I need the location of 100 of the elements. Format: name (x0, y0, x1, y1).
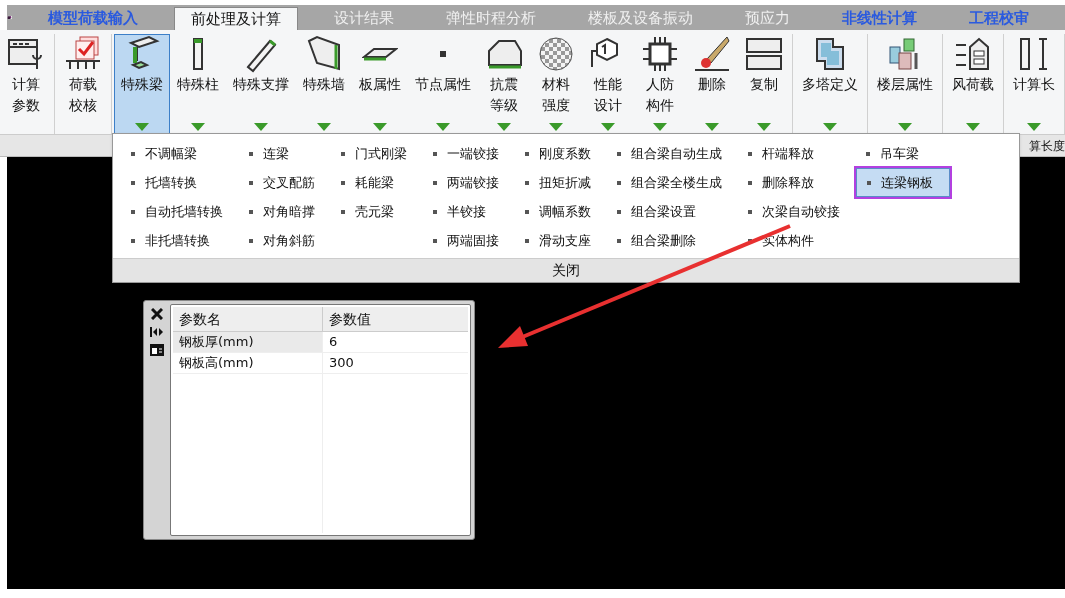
dropdown-arrow-icon (601, 123, 615, 131)
column-header[interactable]: 参数名 (173, 307, 323, 331)
menu-item[interactable]: 不调幅梁 (121, 139, 239, 168)
ribbon-button[interactable]: 计算长 (1006, 34, 1062, 134)
table-cell[interactable]: 钢板厚(mm) (173, 332, 323, 352)
dropdown-arrow-icon (653, 123, 667, 131)
menu-item[interactable]: 门式刚梁 (331, 139, 423, 168)
table-cell[interactable]: 300 (323, 353, 468, 373)
ribbon-button[interactable]: 楼层属性 (870, 34, 940, 134)
bullet-icon (249, 151, 253, 156)
menu-item[interactable]: 半铰接 (423, 197, 515, 226)
menu-item[interactable]: 杆端释放 (738, 139, 856, 168)
bullet-icon (525, 209, 529, 214)
menu-item[interactable]: 连梁钢板 (856, 168, 950, 197)
menu-item[interactable]: 次梁自动铰接 (738, 197, 856, 226)
dropdown-arrow-icon (191, 123, 205, 131)
ribbon-tab[interactable]: 前处理及计算 (174, 7, 298, 30)
ribbon-button[interactable]: 人防 构件 (634, 34, 686, 134)
ribbon-button[interactable]: 复制 (738, 34, 790, 134)
ribbon-button[interactable]: 性能 设计 (582, 34, 634, 134)
ribbon-button[interactable]: 板属性 (352, 34, 408, 134)
dropdown-arrow-icon (823, 123, 837, 131)
ribbon-button[interactable]: 计算 参数 (0, 34, 52, 134)
bullet-icon (866, 151, 870, 156)
menu-item[interactable]: 对角斜筋 (239, 226, 331, 255)
ribbon-button[interactable]: 抗震 等级 (478, 34, 530, 134)
menu-item[interactable]: 托墙转换 (121, 168, 239, 197)
bullet-icon (131, 180, 135, 185)
ribbon-button[interactable]: 删除 (686, 34, 738, 134)
menu-item[interactable]: 调幅系数 (515, 197, 607, 226)
ribbon-button[interactable]: 特殊支撑 (226, 34, 296, 134)
menu-item[interactable]: 滑动支座 (515, 226, 607, 255)
menu-item[interactable]: 对角暗撑 (239, 197, 331, 226)
bullet-icon (617, 238, 621, 243)
bullet-icon (525, 151, 529, 156)
dropdown-arrow-icon (757, 123, 771, 131)
ribbon-button[interactable]: 荷载 校核 (57, 34, 109, 134)
bullet-icon (617, 209, 621, 214)
menu-item[interactable]: 删除释放 (738, 168, 856, 197)
table-cell[interactable]: 6 (323, 332, 468, 352)
brush-icon (693, 35, 731, 73)
panel-icon[interactable] (150, 344, 164, 356)
ribbon-button[interactable]: 多塔定义 (795, 34, 865, 134)
dropdown-arrow-icon (135, 123, 149, 131)
group-label: 算长度 (1029, 137, 1065, 155)
dropdown-arrow-icon (898, 123, 912, 131)
bullet-icon (341, 180, 345, 185)
ribbon-button[interactable]: 特殊梁 (114, 34, 170, 134)
dropdown-arrow-icon (497, 123, 511, 131)
bullet-icon (525, 238, 529, 243)
column-header[interactable]: 参数值 (323, 307, 468, 331)
ribbon-button[interactable]: 风荷载 (945, 34, 1001, 134)
dropdown-arrow-icon (317, 123, 331, 131)
menu-item[interactable]: 组合梁全楼生成 (607, 168, 738, 197)
menu-item[interactable]: 刚度系数 (515, 139, 607, 168)
pin-arrows-icon[interactable] (150, 326, 164, 338)
menu-item[interactable]: 连梁 (239, 139, 331, 168)
bullet-icon (748, 238, 752, 243)
wind-building-icon (954, 35, 992, 73)
slab-icon (362, 47, 398, 61)
menu-item[interactable]: 非托墙转换 (121, 226, 239, 255)
dropdown-arrow-icon (549, 123, 563, 131)
dropdown-arrow-icon (705, 123, 719, 131)
close-icon[interactable] (151, 308, 163, 320)
menu-item[interactable]: 吊车梁 (856, 139, 950, 168)
chip-icon (641, 35, 679, 73)
column-icon (192, 38, 204, 70)
menu-item[interactable]: 一端铰接 (423, 139, 515, 168)
bullet-icon (131, 209, 135, 214)
table-cell[interactable]: 钢板高(mm) (173, 353, 323, 373)
menu-item[interactable]: 自动托墙转换 (121, 197, 239, 226)
bullet-icon (131, 238, 135, 243)
dropdown-arrow-icon (966, 123, 980, 131)
menu-item[interactable]: 壳元梁 (331, 197, 423, 226)
copy-icon (745, 35, 783, 73)
dropdown-arrow-icon (373, 123, 387, 131)
node-icon (440, 51, 446, 57)
bullet-icon (867, 180, 871, 185)
menu-item[interactable]: 组合梁自动生成 (607, 139, 738, 168)
ribbon-button[interactable]: 材料 强度 (530, 34, 582, 134)
bullet-icon (249, 238, 253, 243)
bullet-icon (748, 151, 752, 156)
bullet-icon (131, 151, 135, 156)
bullet-icon (249, 180, 253, 185)
menu-item[interactable]: 扭矩折减 (515, 168, 607, 197)
ribbon-button[interactable]: 特殊柱 (170, 34, 226, 134)
bullet-icon (433, 209, 437, 214)
menu-item[interactable]: 两端铰接 (423, 168, 515, 197)
ribbon-button[interactable]: 特殊墙 (296, 34, 352, 134)
menu-item[interactable]: 组合梁设置 (607, 197, 738, 226)
menu-item[interactable]: 组合梁删除 (607, 226, 738, 255)
bullet-icon (249, 209, 253, 214)
menu-item[interactable]: 交叉配筋 (239, 168, 331, 197)
menu-item[interactable]: 耗能梁 (331, 168, 423, 197)
ribbon-button[interactable]: 节点属性 (408, 34, 478, 134)
dropdown-arrow-icon (436, 123, 450, 131)
close-bar[interactable]: 关闭 (113, 258, 1019, 282)
menu-item[interactable]: 两端固接 (423, 226, 515, 255)
bullet-icon (617, 180, 621, 185)
bullet-icon (341, 209, 345, 214)
